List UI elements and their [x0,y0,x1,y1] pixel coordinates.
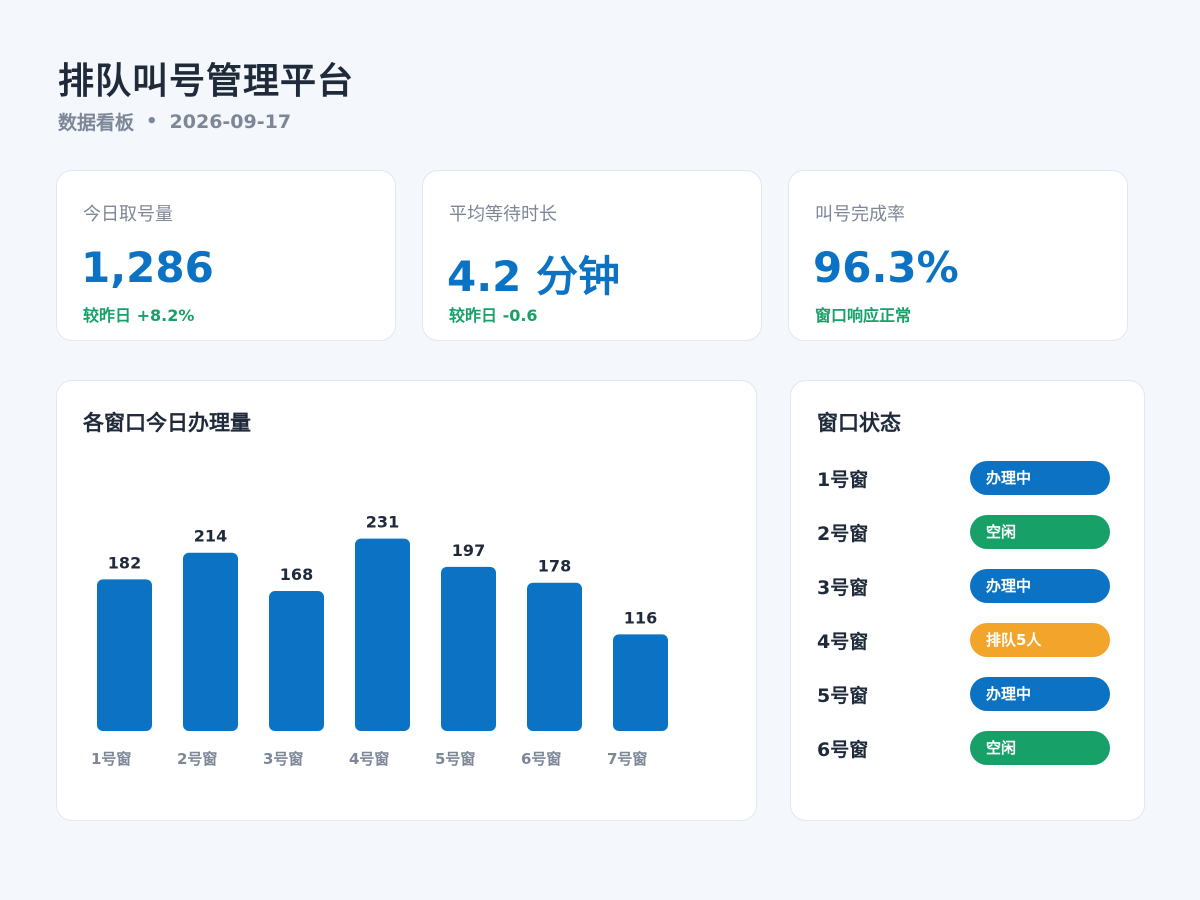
x-tick-label: 1号窗 [91,750,131,768]
kpi-label: 叫号完成率 [815,204,905,225]
subtitle-date: 2026-09-17 [169,110,292,133]
status-row-window-1: 1号窗 办理中 [817,461,1117,495]
status-row-window-6: 6号窗 空闲 [817,731,1117,765]
bar-value-label: 231 [366,513,399,532]
kpi-label: 平均等待时长 [449,204,557,225]
page-title: 排队叫号管理平台 [58,61,355,102]
subtitle-separator: • [146,111,158,132]
bar-1号窗 [97,579,152,731]
window-name: 3号窗 [817,577,869,599]
status-row-window-5: 5号窗 办理中 [817,677,1117,711]
kpi-card-completion-rate: 叫号完成率 96.3% 窗口响应正常 [788,170,1128,341]
status-badge: 办理中 [970,677,1110,711]
status-badge: 空闲 [970,731,1110,765]
window-volume-bar-chart: 182 1号窗 214 2号窗 168 3号窗 231 4号窗 197 5号窗 178 6号窗 116 7… [91,513,668,768]
kpi-value: 1,286 [81,243,214,292]
window-name: 4号窗 [817,631,869,653]
kpi-card-wait-time: 平均等待时长 4.2 分钟 较昨日 -0.6 [422,170,762,341]
bar-value-label: 178 [538,557,571,576]
x-tick-label: 7号窗 [607,750,647,768]
x-tick-label: 6号窗 [521,750,561,768]
status-panel-title: 窗口状态 [817,411,901,435]
status-badge: 排队5人 [970,623,1110,657]
bar-value-label: 168 [280,565,313,584]
bar-value-label: 116 [624,608,657,627]
x-tick-label: 3号窗 [263,750,303,768]
dashboard-page: 排队叫号管理平台 数据看板 • 2026-09-17 今日取号量 1,286 较… [0,0,1200,900]
x-tick-label: 4号窗 [349,750,389,768]
kpi-card-tickets: 今日取号量 1,286 较昨日 +8.2% [56,170,396,341]
bar-value-label: 214 [194,527,227,546]
bar-4号窗 [355,538,410,731]
status-badge: 办理中 [970,461,1110,495]
window-name: 1号窗 [817,469,869,491]
window-volume-chart-card: 182 1号窗 214 2号窗 168 3号窗 231 4号窗 197 5号窗 178 6号窗 116 7… [56,380,757,821]
window-name: 5号窗 [817,685,869,707]
window-name: 6号窗 [817,739,869,761]
kpi-note: 较昨日 +8.2% [83,306,195,325]
bar-7号窗 [613,634,668,731]
bar-2号窗 [183,552,238,731]
window-name: 2号窗 [817,523,869,545]
kpi-label: 今日取号量 [83,204,173,225]
bar-value-label: 182 [108,553,141,572]
status-row-window-4: 4号窗 排队5人 [817,623,1117,657]
page-subtitle: 数据看板 • 2026-09-17 [58,108,291,135]
bar-value-label: 197 [452,541,485,560]
subtitle-label: 数据看板 [58,112,135,134]
kpi-note: 窗口响应正常 [815,306,912,325]
bar-3号窗 [269,591,324,731]
kpi-value: 96.3% [813,243,959,292]
kpi-value: 4.2 分钟 [447,252,621,301]
chart-title: 各窗口今日办理量 [83,411,251,435]
kpi-note: 较昨日 -0.6 [449,306,538,325]
bar-5号窗 [441,566,496,731]
status-row-window-3: 3号窗 办理中 [817,569,1117,603]
x-tick-label: 2号窗 [177,750,217,768]
window-status-card: 窗口状态 1号窗 办理中 2号窗 空闲 3号窗 办理中 4号窗 排队5人 5号窗… [790,380,1145,821]
status-badge: 办理中 [970,569,1110,603]
x-tick-label: 5号窗 [435,750,475,768]
status-row-window-2: 2号窗 空闲 [817,515,1117,549]
bar-6号窗 [527,582,582,731]
status-badge: 空闲 [970,515,1110,549]
